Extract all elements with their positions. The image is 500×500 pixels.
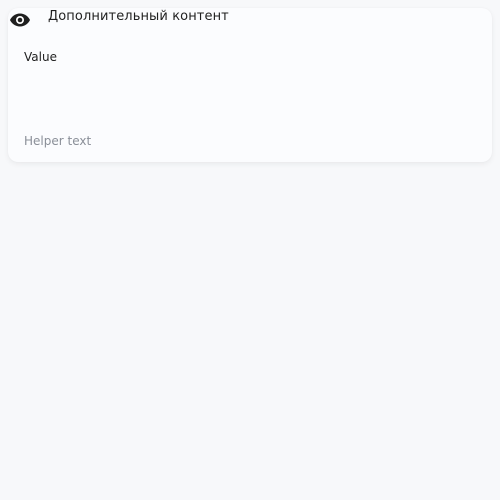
field-value[interactable]: Value	[24, 50, 57, 64]
helper-text: Helper text	[24, 134, 92, 148]
section-title: Дополнительный контент	[48, 9, 229, 24]
eye-icon[interactable]	[9, 12, 31, 28]
